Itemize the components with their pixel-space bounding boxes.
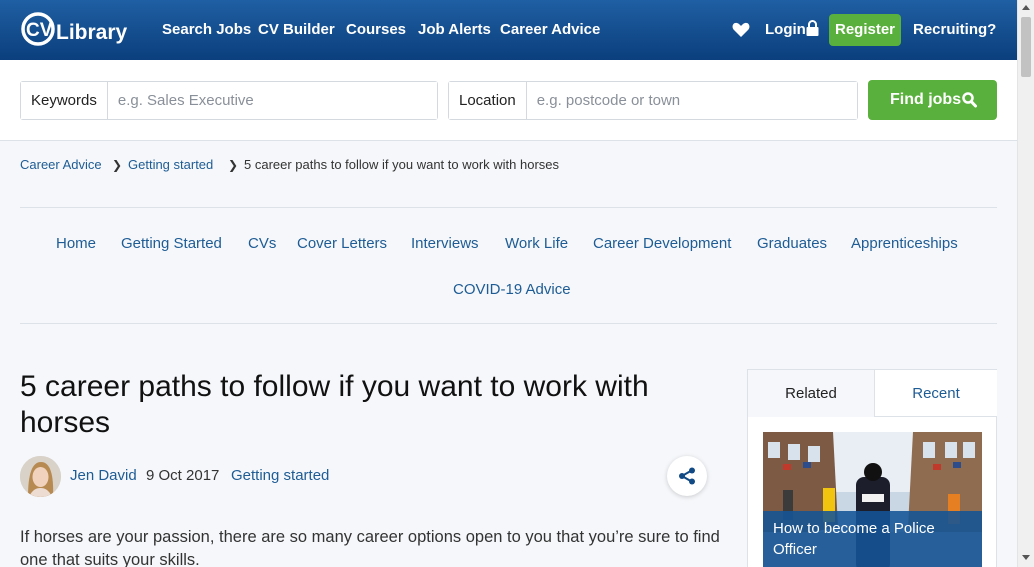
category-cvs[interactable]: CVs (248, 235, 276, 252)
category-covid-19-advice[interactable]: COVID-19 Advice (453, 281, 571, 298)
related-article-card[interactable]: How to become a Police Officer (763, 432, 982, 567)
keywords-field: Keywords (20, 81, 438, 120)
category-work-life[interactable]: Work Life (505, 235, 568, 252)
divider (20, 207, 997, 208)
category-interviews[interactable]: Interviews (411, 235, 479, 252)
top-navigation-bar: CV Library Search Jobs CV Builder Course… (0, 0, 1017, 60)
divider (20, 323, 997, 324)
author-avatar[interactable] (20, 456, 61, 497)
keywords-label: Keywords (21, 82, 108, 119)
page-scrollbar[interactable] (1017, 0, 1034, 567)
category-getting-started[interactable]: Getting Started (121, 235, 222, 252)
article-category-link[interactable]: Getting started (231, 467, 329, 484)
nav-search-jobs[interactable]: Search Jobs (162, 21, 251, 38)
location-field: Location (448, 81, 858, 120)
scroll-up-arrow-icon[interactable] (1022, 5, 1030, 10)
breadcrumb-current-page: 5 career paths to follow if you want to … (244, 157, 560, 172)
job-search-bar: Keywords Location Find jobs (0, 60, 1017, 141)
heart-icon[interactable] (732, 22, 750, 38)
category-career-development[interactable]: Career Development (593, 235, 731, 252)
nav-job-alerts[interactable]: Job Alerts (418, 21, 491, 38)
article-intro: If horses are your passion, there are so… (20, 528, 720, 567)
category-graduates[interactable]: Graduates (757, 235, 827, 252)
share-icon (679, 467, 695, 485)
article-title: 5 career paths to follow if you want to … (20, 370, 649, 439)
related-recent-panel: Related Recent How to become a Police Of… (747, 369, 997, 567)
chevron-right-icon: ❯ (228, 158, 239, 172)
nav-courses[interactable]: Courses (346, 21, 406, 38)
lock-icon (806, 20, 819, 36)
cv-library-logo[interactable]: CV Library (18, 9, 130, 51)
location-label: Location (449, 82, 527, 119)
category-apprenticeships[interactable]: Apprenticeships (851, 235, 958, 252)
category-cover-letters[interactable]: Cover Letters (297, 235, 387, 252)
category-home[interactable]: Home (56, 235, 96, 252)
nav-cv-builder[interactable]: CV Builder (258, 21, 335, 38)
find-jobs-label: Find jobs (890, 91, 962, 108)
keywords-input[interactable] (107, 82, 437, 119)
scrollbar-thumb[interactable] (1021, 17, 1031, 77)
svg-text:CV: CV (26, 20, 53, 41)
nav-career-advice[interactable]: Career Advice (500, 21, 600, 38)
login-link[interactable]: Login (765, 21, 806, 38)
search-icon (962, 92, 977, 108)
location-input[interactable] (526, 82, 857, 119)
breadcrumb-career-advice[interactable]: Career Advice (20, 157, 102, 172)
related-article-title: How to become a Police Officer (763, 511, 982, 567)
find-jobs-button[interactable]: Find jobs (868, 80, 997, 120)
tab-recent[interactable]: Recent (875, 370, 997, 417)
scroll-down-arrow-icon[interactable] (1022, 555, 1030, 560)
publish-date: 9 Oct 2017 (146, 467, 220, 484)
share-button[interactable] (667, 456, 707, 496)
chevron-right-icon: ❯ (112, 158, 123, 172)
recruiting-link[interactable]: Recruiting? (913, 21, 996, 38)
breadcrumb-getting-started[interactable]: Getting started (128, 157, 213, 172)
svg-text:Library: Library (56, 21, 128, 44)
register-button[interactable]: Register (829, 14, 901, 46)
tab-related[interactable]: Related (748, 370, 875, 417)
author-name[interactable]: Jen David (70, 467, 137, 484)
